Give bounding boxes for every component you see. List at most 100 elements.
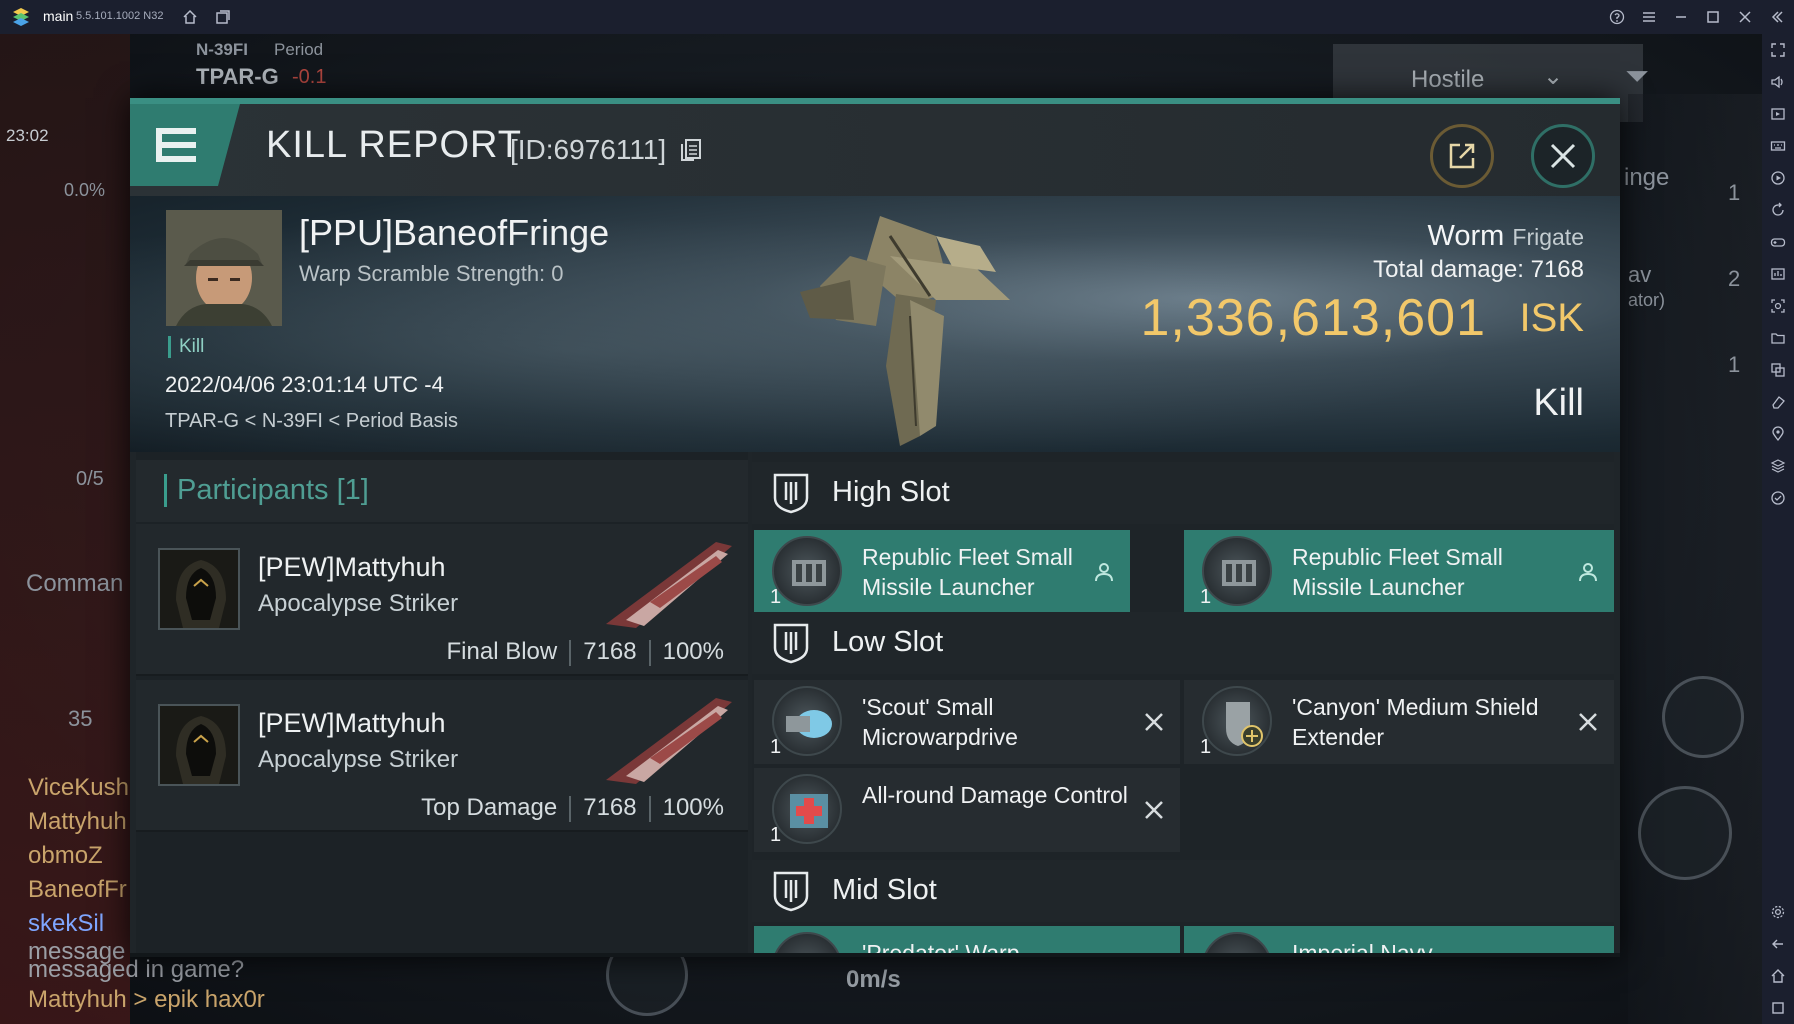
victim-banner: [PPU]BaneofFringe Warp Scramble Strength…	[130, 196, 1620, 452]
ship-name: Worm	[1427, 220, 1505, 252]
victim-portrait[interactable]	[166, 210, 282, 326]
kill-datetime: 2022/04/06 23:01:14 UTC -4	[165, 372, 444, 397]
kill-report-dialog: KILL REPORT [ID:6976111] [PPU]BaneofFrin…	[130, 98, 1620, 957]
low-slot-header: Low Slot	[752, 612, 1614, 674]
bluestacks-logo-icon	[11, 8, 31, 26]
chat-line: obmoZ	[28, 842, 103, 869]
location-icon[interactable]	[1770, 426, 1786, 442]
record-icon[interactable]	[1770, 170, 1786, 186]
copy-instance-icon[interactable]	[1770, 362, 1786, 378]
recent-apps-icon[interactable]	[1770, 1000, 1786, 1016]
chat-line: messaged in game?	[28, 956, 245, 983]
participant-role: Final Blow	[446, 638, 558, 665]
home-icon[interactable]	[180, 7, 200, 27]
dialog-header: KILL REPORT [ID:6976111]	[130, 104, 1620, 196]
android-home-icon[interactable]	[1770, 968, 1786, 984]
module-name: 'Scout' Small Microwarpdrive	[862, 694, 1018, 750]
participants-label: Participants	[177, 474, 329, 506]
fps-icon[interactable]	[1770, 266, 1786, 282]
module-item[interactable]: 1 Republic Fleet Small Missile Launcher	[1184, 530, 1614, 614]
missile-launcher-icon	[772, 536, 842, 606]
help-icon[interactable]	[1607, 7, 1627, 27]
shield-extender-icon	[1202, 686, 1272, 756]
eraser-icon[interactable]	[1770, 394, 1786, 410]
collapse-sidebar-icon[interactable]	[1767, 7, 1787, 27]
gamepad-icon[interactable]	[1770, 234, 1786, 250]
close-window-icon[interactable]	[1735, 7, 1755, 27]
participants-count: [1]	[336, 474, 369, 506]
participant-ship-image	[596, 532, 736, 632]
participants-panel: Participants [1] [PEW]Mattyhuh Apocalyps…	[136, 452, 748, 957]
fullscreen-icon[interactable]	[1770, 42, 1786, 58]
participant-portrait	[158, 548, 240, 630]
close-button[interactable]	[1531, 124, 1595, 188]
swap-icon	[1662, 676, 1744, 758]
settings-icon[interactable]	[1770, 904, 1786, 920]
low-slot-title: Low Slot	[832, 626, 944, 658]
pilot-portrait-image	[166, 210, 282, 326]
bg-clock: 23:02	[6, 126, 49, 145]
module-name: All-round Damage Control	[862, 782, 1128, 808]
chevron-down-icon: ⌄	[1543, 63, 1564, 90]
module-quantity: 1	[770, 586, 782, 608]
module-item[interactable]: 1 'Canyon' Medium Shield Extender	[1184, 680, 1614, 764]
bg-system-path: N-39FI	[196, 40, 248, 59]
mid-slot-icon	[773, 871, 809, 912]
participant-name: [PEW]Mattyhuh	[258, 552, 446, 582]
bg-system-name: TPAR-G	[196, 64, 279, 89]
volume-icon[interactable]	[1770, 74, 1786, 90]
module-item[interactable]: 1 All-round Damage Control	[754, 768, 1180, 852]
mid-slot-header: Mid Slot	[752, 860, 1614, 922]
chat-line: BaneofFr	[28, 876, 127, 903]
game-viewport: N-39FI Period TPAR-G -0.1 23:02 0.0% 0/5…	[0, 34, 1762, 1024]
module-quantity: 1	[1200, 586, 1212, 608]
pilot-icon	[1092, 560, 1116, 584]
rotate-icon[interactable]	[1770, 202, 1786, 218]
chat-line: Mattyhuh	[28, 808, 127, 835]
sync-icon[interactable]	[1770, 490, 1786, 506]
report-id: [ID:6976111]	[510, 134, 667, 165]
destroyed-x-icon	[1142, 798, 1166, 822]
module-item[interactable]: 1 Republic Fleet Small Missile Launcher	[754, 530, 1130, 614]
emulator-version: 5.5.101.1002 N32	[76, 10, 164, 22]
participant-ship: Apocalypse Striker	[258, 590, 459, 617]
menu-button[interactable]	[130, 104, 240, 186]
emulator-sidebar	[1762, 34, 1794, 1024]
module-quantity: 1	[770, 736, 782, 758]
destroyed-x-icon	[1142, 710, 1166, 734]
result-label: Kill	[1533, 382, 1584, 424]
module-quantity: 1	[1200, 736, 1212, 758]
participant-name: [PEW]Mattyhuh	[258, 708, 446, 738]
participant-row[interactable]: [PEW]Mattyhuh Apocalypse Striker Final B…	[136, 524, 748, 676]
keyboard-icon[interactable]	[1770, 138, 1786, 154]
bg-right-num: 1	[1728, 352, 1741, 377]
bg-security: -0.1	[292, 66, 327, 88]
high-slot-title: High Slot	[832, 476, 950, 508]
chat-line: skekSil	[28, 910, 105, 937]
screenshot-icon[interactable]	[1770, 298, 1786, 314]
background-right-panel: inge av ator) 1 2 1	[1624, 94, 1762, 1024]
module-name: 'Canyon' Medium Shield Extender	[1292, 694, 1539, 750]
low-slot-icon	[773, 623, 809, 664]
module-item[interactable]: 1 'Scout' Small Microwarpdrive	[754, 680, 1180, 764]
share-button[interactable]	[1430, 124, 1494, 188]
total-damage-value: 7168	[1530, 256, 1584, 283]
isk-unit: ISK	[1519, 296, 1584, 340]
minimize-icon[interactable]	[1671, 7, 1691, 27]
dialog-title: KILL REPORT	[266, 124, 522, 166]
back-icon[interactable]	[1770, 936, 1786, 952]
folder-icon[interactable]	[1770, 330, 1786, 346]
bg-right-ator: ator)	[1628, 290, 1666, 310]
maximize-icon[interactable]	[1703, 7, 1723, 27]
participant-row[interactable]: [PEW]Mattyhuh Apocalypse Striker Top Dam…	[136, 680, 748, 832]
bg-cargo: 0.0%	[64, 180, 106, 200]
copy-icon[interactable]	[680, 138, 702, 162]
media-icon[interactable]	[1770, 106, 1786, 122]
missile-launcher-icon	[1202, 536, 1272, 606]
bg-right-num: 1	[1728, 180, 1741, 205]
isk-value: 1,336,613,601	[1140, 289, 1486, 347]
module-quantity: 1	[770, 824, 782, 846]
layers-icon[interactable]	[1770, 458, 1786, 474]
multi-instance-icon[interactable]	[213, 7, 233, 27]
menu-icon[interactable]	[1639, 7, 1659, 27]
